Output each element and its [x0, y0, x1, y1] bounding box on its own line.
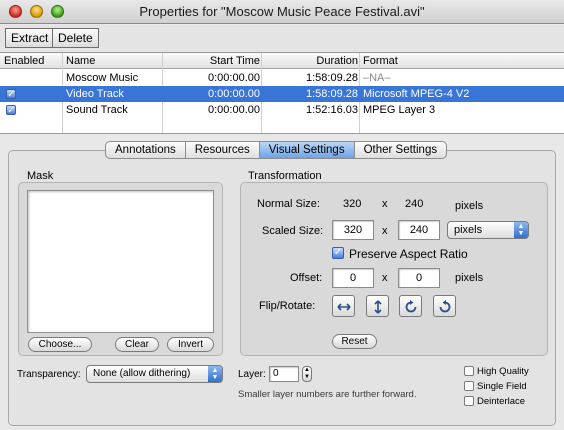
track-table: Enabled Name Start Time Duration Format …	[0, 52, 564, 134]
flip-horizontal-icon	[337, 303, 351, 311]
layer-field[interactable]: 0	[269, 366, 299, 382]
track-duration: 1:58:09.28	[306, 72, 358, 84]
table-row[interactable]: Moscow Music 0:00:00.00 1:58:09.28 –NA–	[0, 70, 564, 86]
track-duration: 1:58:09.28	[306, 88, 358, 100]
scaled-width-field[interactable]: 320	[332, 220, 374, 240]
clear-mask-button[interactable]: Clear	[115, 337, 159, 352]
offset-unit: pixels	[455, 272, 484, 284]
flip-vertical-icon	[374, 300, 382, 314]
deinterlace-label: Deinterlace	[477, 396, 526, 407]
flip-vertical-button[interactable]	[366, 295, 389, 317]
deinterlace-checkbox[interactable]	[464, 396, 474, 406]
scaled-unit-popup[interactable]: pixels ▲ ▼	[447, 221, 529, 239]
table-row[interactable]: ✓ Video Track 0:00:00.00 1:58:09.28 Micr…	[0, 86, 564, 102]
track-name: Sound Track	[66, 104, 128, 116]
rotate-clockwise-icon	[405, 300, 417, 313]
layer-label: Layer:	[238, 369, 266, 380]
offset-y-field[interactable]: 0	[398, 268, 440, 288]
track-format: MPEG Layer 3	[363, 104, 436, 116]
title-bar: Properties for "Moscow Music Peace Festi…	[0, 0, 564, 24]
window-title: Properties for "Moscow Music Peace Festi…	[139, 4, 425, 19]
reset-transformation-button[interactable]: Reset	[332, 334, 377, 349]
offset-label: Offset:	[290, 272, 323, 284]
toolbar: Extract Delete	[0, 25, 564, 52]
extract-button[interactable]: Extract	[5, 28, 55, 48]
normal-height-value: 240	[405, 198, 424, 210]
track-name: Moscow Music	[66, 72, 139, 84]
track-duration: 1:52:16.03	[306, 104, 358, 116]
column-header-duration[interactable]: Duration	[262, 55, 358, 67]
popup-arrows-icon: ▲ ▼	[208, 366, 222, 382]
transparency-popup[interactable]: None (allow dithering) ▲ ▼	[86, 365, 223, 383]
column-header-enabled[interactable]: Enabled	[4, 55, 44, 67]
column-header-format[interactable]: Format	[363, 55, 398, 67]
normal-size-label: Normal Size:	[257, 198, 320, 210]
rotate-clockwise-button[interactable]	[399, 295, 422, 317]
rotate-counterclockwise-button[interactable]	[433, 295, 456, 317]
transparency-label: Transparency:	[17, 369, 81, 380]
layer-stepper[interactable]: ▲ ▼	[302, 366, 312, 382]
mask-preview	[27, 190, 214, 333]
preserve-aspect-ratio-checkbox[interactable]: ✓	[332, 247, 344, 259]
table-header: Enabled Name Start Time Duration Format	[0, 53, 564, 69]
tab-bar: Annotations Resources Visual Settings Ot…	[105, 141, 448, 159]
tab-annotations[interactable]: Annotations	[105, 141, 186, 159]
normal-size-unit: pixels	[455, 200, 484, 212]
mask-title: Mask	[27, 170, 54, 182]
scaled-unit-value: pixels	[454, 224, 483, 236]
tab-other-settings[interactable]: Other Settings	[354, 141, 448, 159]
invert-mask-button[interactable]: Invert	[167, 337, 214, 352]
track-format: –NA–	[363, 72, 391, 84]
high-quality-checkbox[interactable]	[464, 366, 474, 376]
flip-horizontal-button[interactable]	[332, 295, 355, 317]
normal-width-value: 320	[343, 198, 362, 210]
scaled-height-field[interactable]: 240	[398, 220, 440, 240]
tab-visual-settings[interactable]: Visual Settings	[259, 141, 355, 159]
track-start-time: 0:00:00.00	[208, 72, 260, 84]
preserve-aspect-ratio-label: Preserve Aspect Ratio	[349, 247, 468, 261]
column-header-name[interactable]: Name	[66, 55, 95, 67]
single-field-checkbox[interactable]	[464, 381, 474, 391]
tab-resources[interactable]: Resources	[185, 141, 260, 159]
scaled-size-separator: x	[382, 225, 388, 237]
scaled-size-label: Scaled Size:	[262, 225, 324, 237]
popup-arrows-icon: ▲ ▼	[514, 222, 528, 238]
track-enabled-checkbox[interactable]: ✓	[6, 105, 16, 115]
normal-size-separator: x	[382, 198, 388, 210]
table-row[interactable]: ✓ Sound Track 0:00:00.00 1:52:16.03 MPEG…	[0, 102, 564, 118]
track-start-time: 0:00:00.00	[208, 88, 260, 100]
choose-mask-button[interactable]: Choose...	[28, 337, 92, 352]
high-quality-label: High Quality	[477, 366, 529, 377]
offset-separator: x	[382, 272, 388, 284]
single-field-label: Single Field	[477, 381, 527, 392]
transformation-title: Transformation	[248, 170, 322, 182]
track-enabled-checkbox[interactable]: ✓	[6, 89, 16, 99]
delete-button[interactable]: Delete	[52, 28, 99, 48]
column-header-start-time[interactable]: Start Time	[166, 55, 260, 67]
track-format: Microsoft MPEG-4 V2	[363, 88, 470, 100]
rotate-counterclockwise-icon	[439, 300, 451, 313]
layer-hint: Smaller layer numbers are further forwar…	[238, 389, 417, 400]
track-start-time: 0:00:00.00	[208, 104, 260, 116]
flip-rotate-label: Flip/Rotate:	[259, 300, 316, 312]
track-name: Video Track	[66, 88, 124, 100]
transparency-value: None (allow dithering)	[93, 368, 191, 379]
offset-x-field[interactable]: 0	[332, 268, 374, 288]
